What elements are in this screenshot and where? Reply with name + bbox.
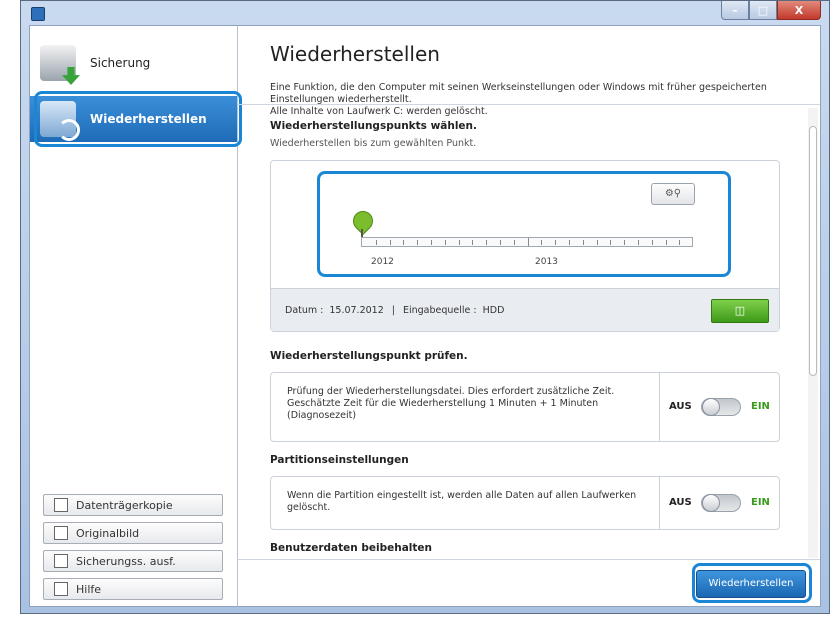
- maximize-button[interactable]: □: [749, 1, 777, 20]
- verify-text: Prüfung der Wiederherstellungsdatei. Die…: [287, 386, 615, 421]
- timeline-tick: [513, 240, 515, 245]
- timeline-tick: [417, 240, 419, 245]
- minimize-button[interactable]: –: [721, 1, 749, 20]
- search-drive-icon: ◫: [734, 304, 746, 317]
- window-controls: – □ X: [721, 1, 821, 21]
- timeline-tick: [596, 240, 598, 245]
- page-title: Wiederherstellen: [270, 42, 440, 66]
- backup-settings-button[interactable]: Sicherungss. ausf.: [43, 550, 223, 572]
- verify-toggle[interactable]: [701, 398, 741, 416]
- timeline-tick: [389, 240, 391, 245]
- content-area: Wiederherstellungspunkts wählen. Wiederh…: [238, 106, 806, 560]
- scrollbar[interactable]: [808, 108, 818, 558]
- title-bar: – □ X: [21, 1, 829, 25]
- settings-doc-icon: [54, 554, 68, 568]
- timeline-tick: [375, 240, 377, 245]
- sidebar-item-label: Sicherung: [90, 56, 151, 70]
- help-icon: [54, 582, 68, 596]
- footer: Wiederherstellen: [238, 559, 820, 606]
- source-value: HDD: [482, 304, 505, 316]
- divider: [659, 477, 660, 529]
- restore-point-subtitle: Wiederherstellen bis zum gewählten Punkt…: [270, 138, 477, 149]
- browse-restore-button[interactable]: ◫: [711, 299, 769, 323]
- timeline-tick: [679, 240, 681, 245]
- client-area: Sicherung Wiederherstellen Datenträgerko…: [29, 25, 821, 607]
- description-text: Eine Funktion, die den Computer mit sein…: [270, 82, 767, 105]
- partition-toggle[interactable]: [701, 494, 741, 512]
- timeline-tick: [610, 240, 612, 245]
- date-value: 15.07.2012: [329, 304, 384, 316]
- restore-point-info: Datum : 15.07.2012 | Eingabequelle : HDD…: [271, 288, 779, 331]
- scrollbar-thumb[interactable]: [809, 126, 817, 376]
- toggle-knob: [702, 494, 720, 512]
- restore-drive-icon: [40, 101, 80, 141]
- timeline-tick: [638, 240, 639, 245]
- timeline-tick: [403, 240, 405, 245]
- source-label: Eingabequelle :: [402, 304, 477, 316]
- timeline-tick: [458, 240, 460, 245]
- sidebar-item-restore[interactable]: Wiederherstellen: [30, 96, 237, 142]
- app-window: – □ X Sicherung Wiederherstellen Datentr…: [20, 0, 830, 614]
- backup-drive-icon: [40, 45, 80, 85]
- restore-button[interactable]: Wiederherstellen: [696, 570, 806, 598]
- verify-title: Wiederherstellungspunkt prüfen.: [270, 350, 468, 362]
- button-label: Sicherungss. ausf.: [76, 554, 176, 568]
- button-label: Hilfe: [76, 582, 102, 596]
- sidebar-item-label: Wiederherstellen: [90, 112, 207, 126]
- toggle-on-label: EIN: [751, 401, 770, 412]
- zoom-icon: ⚙⚲: [664, 188, 682, 199]
- timeline-tick: [665, 240, 667, 245]
- year-label: 2013: [535, 257, 558, 267]
- toggle-off-label: AUS: [669, 401, 692, 412]
- timeline-tick: [444, 240, 446, 245]
- info-separator: |: [391, 304, 395, 316]
- app-icon: [31, 7, 45, 21]
- sidebar-item-backup[interactable]: Sicherung: [30, 40, 237, 86]
- button-label: Datenträgerkopie: [76, 498, 173, 512]
- timeline-tick: [500, 240, 501, 245]
- toggle-knob: [702, 398, 720, 416]
- divider: [659, 373, 660, 441]
- partition-title: Partitionseinstellungen: [270, 454, 409, 466]
- clock-icon: [54, 526, 68, 540]
- close-button[interactable]: X: [777, 1, 821, 20]
- disk-copy-icon: [54, 498, 68, 512]
- restore-point-panel: ⚙⚲ 2012 2013 Datum : 15.07.2012 | Eingab…: [270, 160, 780, 332]
- sidebar: Sicherung Wiederherstellen Datenträgerko…: [30, 26, 242, 606]
- timeline-slider[interactable]: [361, 237, 693, 247]
- timeline-tick: [582, 240, 584, 245]
- toggle-on-label: EIN: [751, 497, 770, 508]
- timeline-tick: [569, 240, 570, 245]
- restore-point-title: Wiederherstellungspunkts wählen.: [270, 120, 478, 132]
- timeline-tick: [651, 240, 653, 245]
- verify-panel: Prüfung der Wiederherstellungsdatei. Die…: [270, 372, 780, 442]
- timeline-tick: [541, 240, 543, 245]
- timeline-tick: [472, 240, 474, 245]
- timeline-tick: [555, 240, 557, 245]
- timeline-tick: [486, 240, 488, 245]
- zoom-button[interactable]: ⚙⚲: [651, 183, 695, 205]
- partition-panel: Wenn die Partition eingestellt ist, werd…: [270, 476, 780, 530]
- timeline-tick: [431, 240, 432, 245]
- page-header: Wiederherstellen Eine Funktion, die den …: [238, 26, 820, 117]
- disk-copy-button[interactable]: Datenträgerkopie: [43, 494, 223, 516]
- year-label: 2012: [371, 257, 394, 267]
- main-panel: Wiederherstellen Eine Funktion, die den …: [238, 26, 820, 606]
- userdata-title: Benutzerdaten beibehalten: [270, 542, 433, 554]
- timeline-tick: [527, 238, 529, 246]
- button-label: Originalbild: [76, 526, 140, 540]
- original-image-button[interactable]: Originalbild: [43, 522, 223, 544]
- date-label: Datum :: [285, 304, 324, 316]
- help-button[interactable]: Hilfe: [43, 578, 223, 600]
- timeline-tick: [624, 240, 626, 245]
- toggle-off-label: AUS: [669, 497, 692, 508]
- partition-text: Wenn die Partition eingestellt ist, werd…: [287, 490, 637, 513]
